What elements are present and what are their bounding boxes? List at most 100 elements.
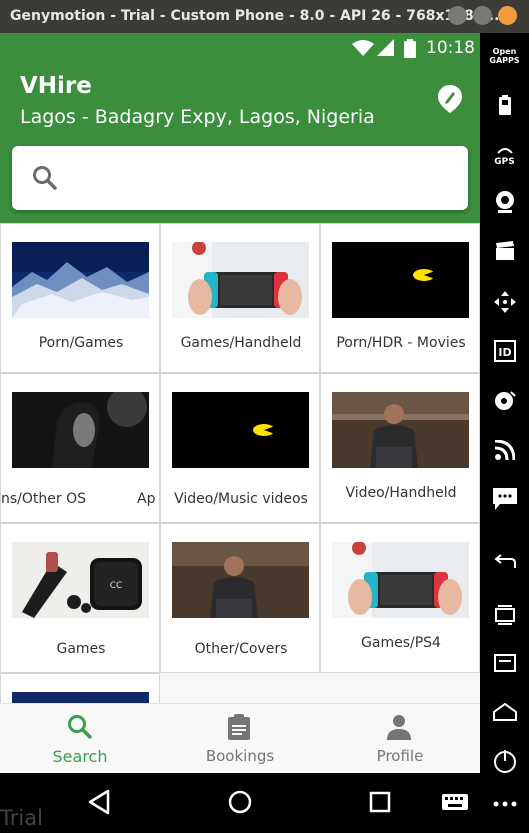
item-label: Other/Covers bbox=[194, 641, 288, 657]
item-thumbnail: CC bbox=[12, 542, 149, 618]
return-icon bbox=[493, 554, 516, 568]
more-button[interactable] bbox=[480, 800, 529, 808]
signal-icon bbox=[377, 39, 394, 56]
window-title: Genymotion - Trial - Custom Phone - 8.0 … bbox=[10, 8, 500, 24]
power-button[interactable] bbox=[480, 749, 529, 773]
status-bar: 10:18 bbox=[0, 33, 480, 63]
maximize-button[interactable] bbox=[473, 6, 492, 25]
dpad-button[interactable] bbox=[480, 291, 529, 313]
webcam-icon bbox=[495, 191, 514, 213]
recent-apps-icon[interactable] bbox=[369, 789, 391, 815]
search-bar[interactable] bbox=[12, 146, 468, 210]
person-icon bbox=[387, 715, 411, 740]
clapperboard-icon bbox=[495, 241, 514, 260]
item-label: Games/Handheld bbox=[180, 335, 302, 351]
close-button[interactable] bbox=[498, 6, 517, 25]
item-label: Video/Music videos bbox=[174, 491, 308, 507]
item-thumbnail bbox=[332, 542, 469, 618]
satellite-icon bbox=[496, 148, 513, 154]
message-icon bbox=[492, 488, 517, 510]
menu-button[interactable] bbox=[480, 654, 529, 672]
grid-item[interactable]: Other/Covers bbox=[160, 523, 320, 673]
id-label: ID bbox=[498, 346, 511, 359]
search-input[interactable] bbox=[72, 160, 452, 196]
grid-item[interactable]: Games/Handheld bbox=[160, 223, 320, 373]
window-titlebar: Genymotion - Trial - Custom Phone - 8.0 … bbox=[0, 0, 529, 33]
item-thumbnail bbox=[332, 392, 469, 468]
search-icon bbox=[68, 715, 92, 739]
current-location: Lagos - Badagry Expy, Lagos, Nigeria bbox=[20, 106, 375, 128]
grid-item[interactable]: Porn/HDR - Movies bbox=[320, 223, 480, 373]
svg-text:CC: CC bbox=[110, 581, 123, 591]
power-icon bbox=[493, 750, 516, 773]
item-label: Porn/Games bbox=[38, 335, 124, 351]
grid-item[interactable]: Games/PS4 bbox=[320, 523, 480, 673]
move-arrows-icon bbox=[493, 291, 516, 313]
nav-profile[interactable]: Profile bbox=[320, 704, 480, 773]
grid-item[interactable]: ns/Other OS Ap bbox=[0, 373, 160, 523]
grid-item[interactable]: Video/Handheld bbox=[320, 373, 480, 523]
battery-icon bbox=[404, 39, 416, 58]
more-dots-icon bbox=[493, 801, 516, 807]
house-icon bbox=[492, 703, 517, 721]
nav-search-label: Search bbox=[52, 747, 108, 766]
item-label-overflow: Ap bbox=[137, 491, 156, 507]
item-thumbnail bbox=[12, 392, 149, 468]
battery-button[interactable] bbox=[480, 95, 529, 115]
battery-icon bbox=[498, 95, 511, 115]
disk-icon bbox=[494, 391, 516, 410]
emulator-window: Genymotion - Trial - Custom Phone - 8.0 … bbox=[0, 0, 529, 833]
back-button[interactable] bbox=[480, 554, 529, 572]
minimize-button[interactable] bbox=[448, 6, 467, 25]
nav-profile-label: Profile bbox=[376, 747, 424, 765]
gps-button[interactable]: GPS bbox=[480, 145, 529, 167]
item-thumbnail bbox=[172, 242, 309, 318]
item-thumbnail bbox=[172, 392, 309, 468]
item-thumbnail bbox=[12, 242, 149, 318]
item-label: Video/Handheld bbox=[345, 485, 457, 501]
phone-screen: 10:18 VHire Lagos - Badagry Expy, Lagos,… bbox=[0, 33, 480, 773]
item-label: Porn/HDR - Movies bbox=[336, 335, 466, 351]
overview-icon bbox=[494, 605, 515, 625]
open-gapps-button[interactable]: Open GAPPS bbox=[480, 47, 529, 65]
media-button[interactable] bbox=[480, 241, 529, 261]
category-grid: Porn/Games Games/Handheld Porn/HDR - Mov… bbox=[0, 223, 480, 773]
sms-button[interactable] bbox=[480, 488, 529, 510]
device-id-button[interactable]: ID bbox=[480, 340, 529, 362]
nav-search[interactable]: Search bbox=[0, 704, 160, 773]
camera-button[interactable] bbox=[480, 190, 529, 214]
open-gapps-label: Open GAPPS bbox=[489, 47, 520, 65]
trial-watermark: Trial bbox=[0, 806, 43, 830]
recent-button[interactable] bbox=[480, 604, 529, 626]
item-thumbnail bbox=[332, 242, 469, 318]
keyboard-icon[interactable] bbox=[442, 789, 468, 815]
grid-item[interactable]: Video/Music videos bbox=[160, 373, 320, 523]
nav-bookings-label: Bookings bbox=[205, 747, 275, 765]
home-icon[interactable] bbox=[228, 789, 252, 815]
location-edit-icon[interactable] bbox=[438, 85, 462, 113]
id-card-icon: ID bbox=[493, 340, 516, 362]
network-button[interactable] bbox=[480, 440, 529, 460]
android-nav-bar bbox=[0, 773, 480, 833]
grid-item[interactable]: CC Games bbox=[0, 523, 160, 673]
emulator-toolbar: Open GAPPS GPS ID bbox=[480, 33, 529, 833]
back-icon[interactable] bbox=[88, 789, 110, 815]
clipboard-icon bbox=[228, 714, 250, 740]
wifi-icon bbox=[352, 40, 374, 56]
grid-item[interactable]: Porn/Games bbox=[0, 223, 160, 373]
item-label: Games bbox=[56, 641, 106, 657]
rss-icon bbox=[494, 440, 515, 460]
item-thumbnail bbox=[172, 542, 309, 618]
nav-bookings[interactable]: Bookings bbox=[160, 704, 320, 773]
home-button[interactable] bbox=[480, 703, 529, 721]
item-label: Games/PS4 bbox=[361, 635, 441, 651]
status-time: 10:18 bbox=[426, 38, 475, 58]
app-header: 10:18 VHire Lagos - Badagry Expy, Lagos,… bbox=[0, 33, 480, 223]
app-title: VHire bbox=[20, 73, 92, 99]
search-icon bbox=[33, 166, 57, 190]
gps-label: GPS bbox=[494, 157, 515, 167]
disk-button[interactable] bbox=[480, 390, 529, 412]
bottom-navigation: Search Bookings Profile bbox=[0, 703, 480, 773]
item-label: ns/Other OS bbox=[1, 491, 86, 507]
menu-icon bbox=[493, 654, 516, 672]
